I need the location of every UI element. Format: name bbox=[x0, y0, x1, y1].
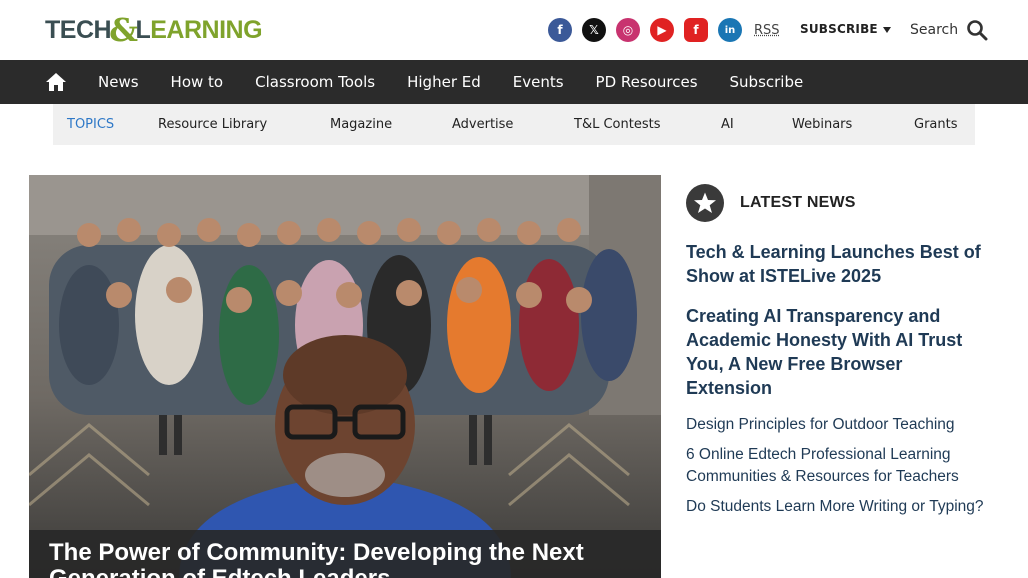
topics-label: TOPICS bbox=[67, 117, 115, 132]
caret-down-icon bbox=[882, 26, 891, 33]
latest-featured-link[interactable]: Tech & Learning Launches Best of Show at… bbox=[686, 240, 986, 288]
logo-ampersand: & bbox=[109, 11, 138, 49]
nav-item-pd-resources[interactable]: PD Resources bbox=[596, 73, 698, 91]
latest-news-link[interactable]: 6 Online Edtech Professional Learning Co… bbox=[686, 444, 986, 488]
search-label: Search bbox=[910, 22, 959, 38]
youtube-icon[interactable]: ▶ bbox=[650, 18, 674, 42]
subscribe-label: SUBSCRIBE bbox=[800, 22, 878, 36]
site-logo[interactable]: TECH & L EARNING bbox=[45, 11, 263, 49]
nav-item-subscribe[interactable]: Subscribe bbox=[730, 73, 804, 91]
search-button[interactable]: Search bbox=[910, 19, 988, 41]
topic-grants[interactable]: Grants bbox=[914, 117, 958, 132]
hero-photo bbox=[29, 175, 661, 578]
nav-item-news[interactable]: News bbox=[98, 73, 139, 91]
topic-ai[interactable]: AI bbox=[721, 117, 792, 132]
logo-text-earning: EARNING bbox=[150, 15, 263, 44]
latest-news-link[interactable]: Do Students Learn More Writing or Typing… bbox=[686, 496, 986, 518]
logo-text-l: L bbox=[135, 15, 151, 44]
social-links: f 𝕏 ◎ ▶ f in RSS bbox=[548, 18, 780, 42]
linkedin-icon[interactable]: in bbox=[718, 18, 742, 42]
flipboard-icon[interactable]: f bbox=[684, 18, 708, 42]
topic-advertise[interactable]: Advertise bbox=[452, 117, 574, 132]
main-nav: News How to Classroom Tools Higher Ed Ev… bbox=[0, 60, 1028, 104]
hero-headline[interactable]: The Power of Community: Developing the N… bbox=[49, 540, 641, 578]
topic-webinars[interactable]: Webinars bbox=[792, 117, 914, 132]
topic-magazine[interactable]: Magazine bbox=[330, 117, 452, 132]
x-twitter-icon[interactable]: 𝕏 bbox=[582, 18, 606, 42]
nav-item-events[interactable]: Events bbox=[513, 73, 564, 91]
star-icon bbox=[686, 184, 724, 222]
latest-news-link[interactable]: Design Principles for Outdoor Teaching bbox=[686, 414, 986, 436]
latest-featured-link[interactable]: Creating AI Transparency and Academic Ho… bbox=[686, 304, 986, 400]
nav-item-how-to[interactable]: How to bbox=[171, 73, 224, 91]
latest-news-title: LATEST NEWS bbox=[740, 194, 856, 211]
facebook-icon[interactable]: f bbox=[548, 18, 572, 42]
subscribe-dropdown[interactable]: SUBSCRIBE bbox=[800, 22, 891, 36]
site-header: TECH & L EARNING f 𝕏 ◎ ▶ f in RSS SUBSCR… bbox=[0, 0, 1028, 60]
instagram-icon[interactable]: ◎ bbox=[616, 18, 640, 42]
latest-news-panel: LATEST NEWS Tech & Learning Launches Bes… bbox=[686, 184, 996, 518]
topic-tl-contests[interactable]: T&L Contests bbox=[574, 117, 721, 132]
hero-article[interactable]: The Power of Community: Developing the N… bbox=[29, 175, 661, 578]
hero-caption: The Power of Community: Developing the N… bbox=[29, 530, 661, 578]
topic-resource-library[interactable]: Resource Library bbox=[158, 117, 330, 132]
rss-link[interactable]: RSS bbox=[754, 23, 780, 38]
latest-news-header: LATEST NEWS bbox=[686, 184, 996, 222]
logo-text-tech: TECH bbox=[45, 15, 112, 44]
topics-bar: TOPICS Resource Library Magazine Adverti… bbox=[53, 104, 975, 145]
home-icon bbox=[46, 73, 66, 91]
nav-item-classroom-tools[interactable]: Classroom Tools bbox=[255, 73, 375, 91]
nav-item-higher-ed[interactable]: Higher Ed bbox=[407, 73, 481, 91]
home-button[interactable] bbox=[26, 60, 84, 104]
search-icon bbox=[967, 20, 988, 41]
